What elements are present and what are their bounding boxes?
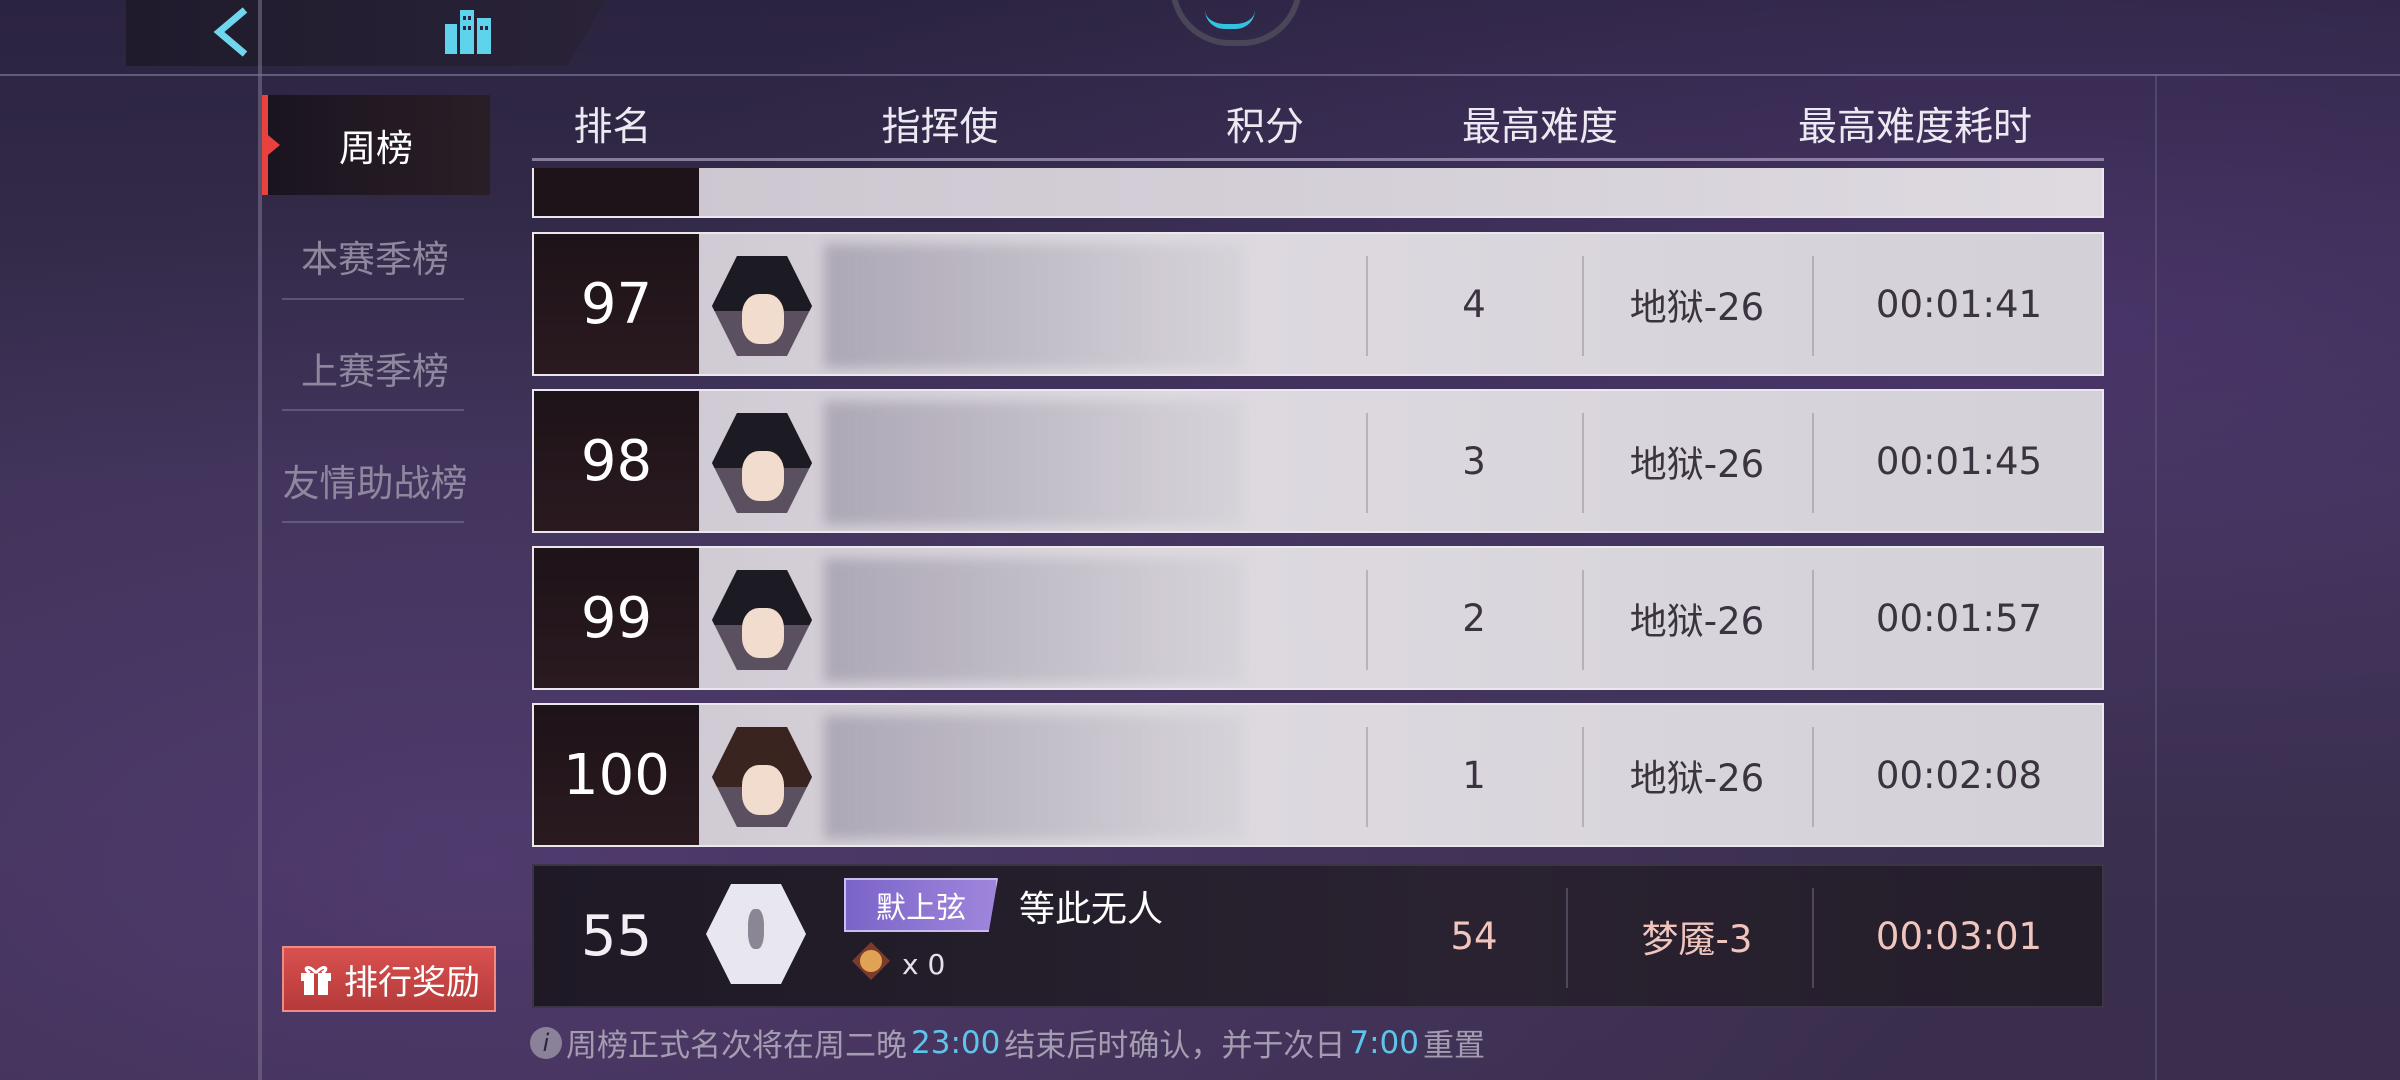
avatar xyxy=(712,570,812,670)
obscured-player-info xyxy=(824,401,1244,525)
difficulty-cell: 地狱-26 xyxy=(1629,757,1765,800)
table-row-partial xyxy=(532,168,2104,218)
rank-cell: 99 xyxy=(534,548,699,688)
rank-cell: 98 xyxy=(534,391,699,531)
obscured-player-info xyxy=(824,244,1244,368)
avatar xyxy=(712,256,812,356)
score-cell: 1 xyxy=(1462,753,1486,797)
difficulty-cell: 地狱-26 xyxy=(1629,286,1765,329)
difficulty-cell: 地狱-26 xyxy=(1629,600,1765,643)
table-row[interactable]: 98 3 地狱-26 00:01:45 xyxy=(532,389,2104,533)
tab-this-season[interactable]: 本赛季榜 xyxy=(260,206,490,306)
time-cell: 00:01:45 xyxy=(1875,439,2043,483)
avatar xyxy=(712,727,812,827)
gift-icon xyxy=(301,966,331,995)
emblem-count: x 0 xyxy=(902,948,946,981)
notice-time-2: 7:00 xyxy=(1349,1024,1419,1061)
my-difficulty-cell: 梦魇-3 xyxy=(1641,918,1753,961)
top-nav-panel xyxy=(126,0,606,66)
table-row[interactable]: 100 1 地狱-26 00:02:08 xyxy=(532,703,2104,847)
tab-separator xyxy=(282,409,464,411)
table-row[interactable]: 97 4 地狱-26 00:01:41 xyxy=(532,232,2104,376)
obscured-player-info xyxy=(824,715,1244,839)
time-cell: 00:01:57 xyxy=(1875,596,2043,640)
difficulty-cell: 地狱-26 xyxy=(1629,443,1765,486)
cell-divider xyxy=(1366,413,1368,513)
notice-text-1: 周榜正式名次将在周二晚 xyxy=(566,1028,907,1064)
rank-cell: 97 xyxy=(534,234,699,374)
time-cell: 00:01:41 xyxy=(1875,282,2043,326)
my-ranking-row[interactable]: 55 默上弦 等此无人 x 0 54 梦魇-3 00:03:01 xyxy=(532,864,2104,1008)
header-divider xyxy=(532,158,2104,161)
score-cell: 2 xyxy=(1462,596,1486,640)
tab-separator xyxy=(282,521,464,523)
table-row[interactable]: 99 2 地狱-26 00:01:57 xyxy=(532,546,2104,690)
right-divider xyxy=(2155,74,2157,1080)
player-name: 等此无人 xyxy=(1019,889,1164,930)
header-score: 积分 xyxy=(1225,105,1304,150)
notice-time-1: 23:00 xyxy=(911,1024,1001,1061)
player-title-badge: 默上弦 xyxy=(844,878,998,932)
my-avatar xyxy=(706,884,806,984)
building-icon xyxy=(445,10,491,54)
obscured-player-info xyxy=(824,558,1244,682)
rank-cell: 100 xyxy=(534,705,699,845)
cell-divider xyxy=(1366,570,1368,670)
cell-divider xyxy=(1366,256,1368,356)
ranking-reward-label: 排行奖励 xyxy=(344,962,480,1003)
back-button[interactable] xyxy=(205,4,265,58)
tab-separator xyxy=(282,298,464,300)
header-max-difficulty: 最高难度 xyxy=(1461,105,1618,150)
notice-text-2: 结束后时确认，并于次日 xyxy=(1004,1028,1346,1064)
time-cell: 00:02:08 xyxy=(1875,753,2043,797)
tab-friend-assist[interactable]: 友情助战榜 xyxy=(260,430,490,530)
rank-cell xyxy=(534,168,699,216)
emblem-icon xyxy=(852,942,890,980)
tab-last-season[interactable]: 上赛季榜 xyxy=(260,318,490,418)
my-score-cell: 54 xyxy=(1450,914,1498,958)
home-button[interactable] xyxy=(435,2,505,60)
notice-text-3: 重置 xyxy=(1422,1028,1485,1064)
ranking-reward-button[interactable]: 排行奖励 xyxy=(282,946,496,1012)
avatar xyxy=(712,413,812,513)
back-arrow-icon xyxy=(213,7,248,57)
my-time-cell: 00:03:01 xyxy=(1875,914,2043,958)
tab-weekly[interactable]: 周榜 xyxy=(262,95,490,195)
header-rank: 排名 xyxy=(573,105,652,150)
score-cell: 4 xyxy=(1462,282,1486,326)
header-commander: 指挥使 xyxy=(881,105,999,150)
info-icon: i xyxy=(530,1026,562,1059)
cell-divider xyxy=(1366,727,1368,827)
reset-notice: i 周榜正式名次将在周二晚 23:00 结束后时确认，并于次日 7:00 重置 xyxy=(530,1020,1485,1065)
score-cell: 3 xyxy=(1462,439,1486,483)
header-max-difficulty-time: 最高难度耗时 xyxy=(1797,105,2032,150)
my-rank-cell: 55 xyxy=(580,903,653,969)
